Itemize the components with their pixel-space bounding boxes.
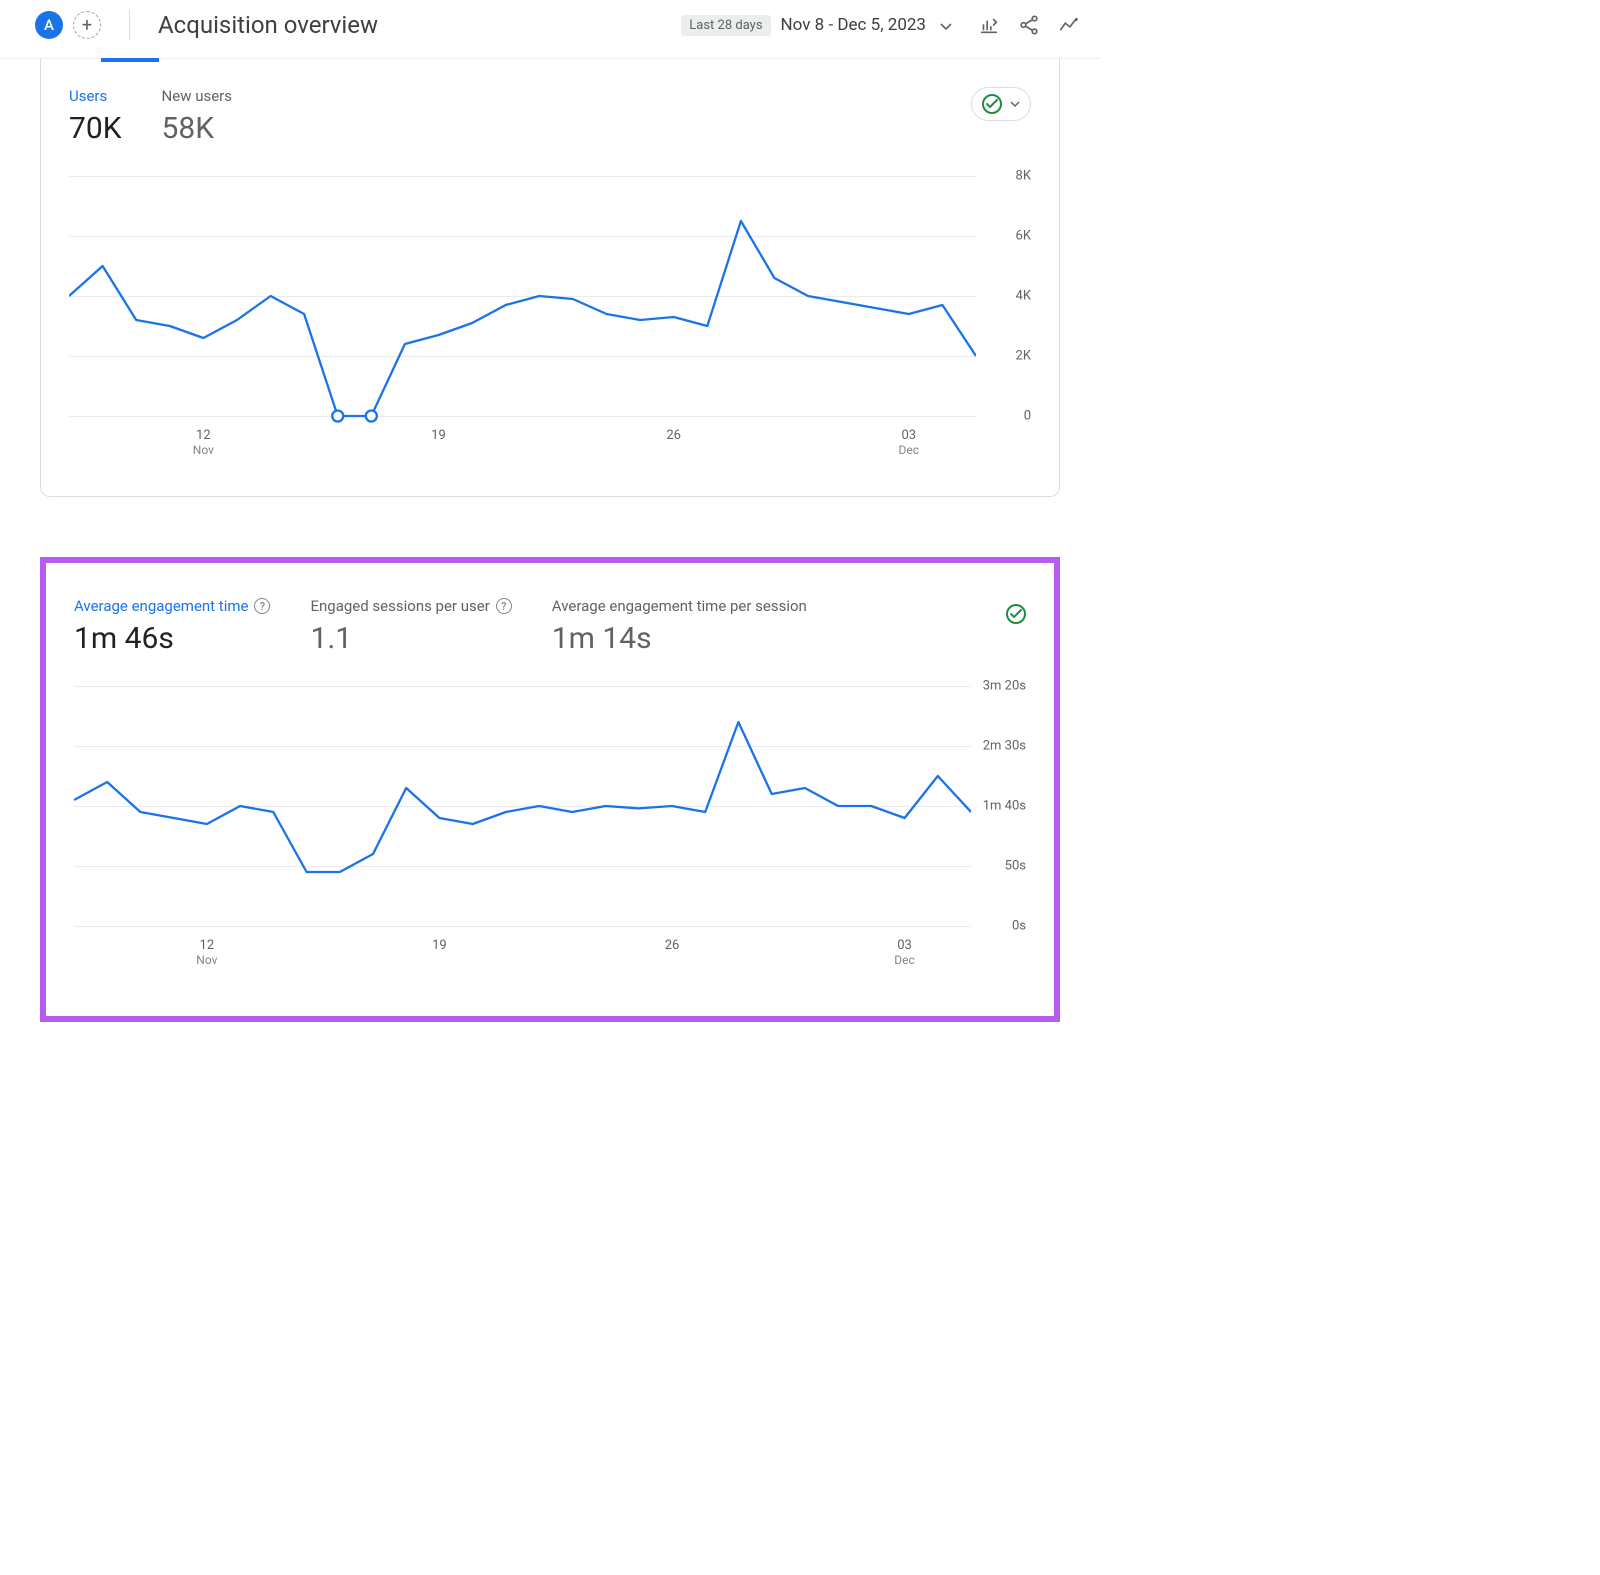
y-axis-tick: 2K — [981, 349, 1031, 364]
x-axis-tick: 26 — [666, 428, 681, 443]
users-chart[interactable]: 8K6K4K2K0 12Nov192603Dec — [69, 176, 1031, 466]
users-card: Users 70K New users 58K 8K 6K 4K 2K — [40, 59, 1060, 497]
y-axis-tick: 6K — [981, 229, 1031, 244]
share-icon[interactable] — [1018, 14, 1040, 36]
help-icon[interactable]: ? — [496, 598, 512, 614]
metric-label: Users — [69, 87, 122, 105]
y-axis-tick: 4K — [981, 289, 1031, 304]
date-range-text: Nov 8 - Dec 5, 2023 — [781, 15, 926, 35]
y-axis-tick: 50s — [976, 859, 1026, 874]
date-range-badge: Last 28 days — [681, 15, 770, 36]
y-axis-tick: 2m 30s — [976, 739, 1026, 754]
metric-value: 1.1 — [310, 621, 511, 656]
y-axis-tick: 0s — [976, 919, 1026, 934]
check-circle-icon — [1006, 604, 1026, 624]
metric-avg-engagement-per-session[interactable]: Average engagement time per session 1m 1… — [552, 597, 807, 656]
metric-value: 1m 46s — [74, 621, 270, 656]
status-indicator[interactable] — [1006, 597, 1026, 631]
x-axis-tick: 19 — [431, 428, 446, 443]
metric-value: 58K — [162, 111, 232, 146]
account-avatar[interactable]: A — [35, 11, 63, 39]
chevron-down-icon — [1010, 97, 1020, 111]
metric-label: Average engagement time per session — [552, 597, 807, 615]
x-axis-tick: 19 — [432, 938, 447, 953]
add-comparison-button[interactable]: + — [73, 11, 101, 39]
insights-icon[interactable] — [1058, 14, 1080, 36]
metric-label: New users — [162, 87, 232, 105]
active-tab-indicator — [101, 58, 159, 62]
metric-value: 70K — [69, 111, 122, 146]
x-axis-tick: 26 — [665, 938, 680, 953]
check-circle-icon — [982, 94, 1002, 114]
metric-users[interactable]: Users 70K — [69, 87, 122, 146]
status-dropdown[interactable] — [971, 87, 1031, 121]
y-axis-tick: 3m 20s — [976, 679, 1026, 694]
metric-label: Engaged sessions per user ? — [310, 597, 511, 615]
engagement-card: Average engagement time ? 1m 46s Engaged… — [40, 557, 1060, 1022]
edit-report-icon[interactable] — [978, 14, 1000, 36]
plus-icon: + — [82, 15, 92, 36]
y-axis-tick: 8K — [981, 169, 1031, 184]
metric-avg-engagement-time[interactable]: Average engagement time ? 1m 46s — [74, 597, 270, 656]
help-icon[interactable]: ? — [254, 598, 270, 614]
metric-new-users[interactable]: New users 58K — [162, 87, 232, 146]
metric-value: 1m 14s — [552, 621, 807, 656]
x-axis-tick: 03Dec — [899, 428, 920, 458]
divider — [129, 10, 130, 40]
metric-engaged-sessions-per-user[interactable]: Engaged sessions per user ? 1.1 — [310, 597, 511, 656]
engagement-chart[interactable]: 3m 20s2m 30s1m 40s50s0s 12Nov192603Dec — [74, 686, 1026, 976]
x-axis-tick: 12Nov — [196, 938, 217, 968]
x-axis-tick: 12Nov — [193, 428, 214, 458]
date-range-picker[interactable]: Last 28 days Nov 8 - Dec 5, 2023 — [681, 15, 952, 36]
y-axis-tick: 0 — [981, 409, 1031, 424]
chevron-down-icon — [940, 16, 952, 35]
metric-label: Average engagement time ? — [74, 597, 270, 615]
header-bar: A + Acquisition overview Last 28 days No… — [0, 0, 1100, 59]
y-axis-tick: 1m 40s — [976, 799, 1026, 814]
x-axis-tick: 03Dec — [894, 938, 915, 968]
page-title: Acquisition overview — [158, 11, 681, 39]
